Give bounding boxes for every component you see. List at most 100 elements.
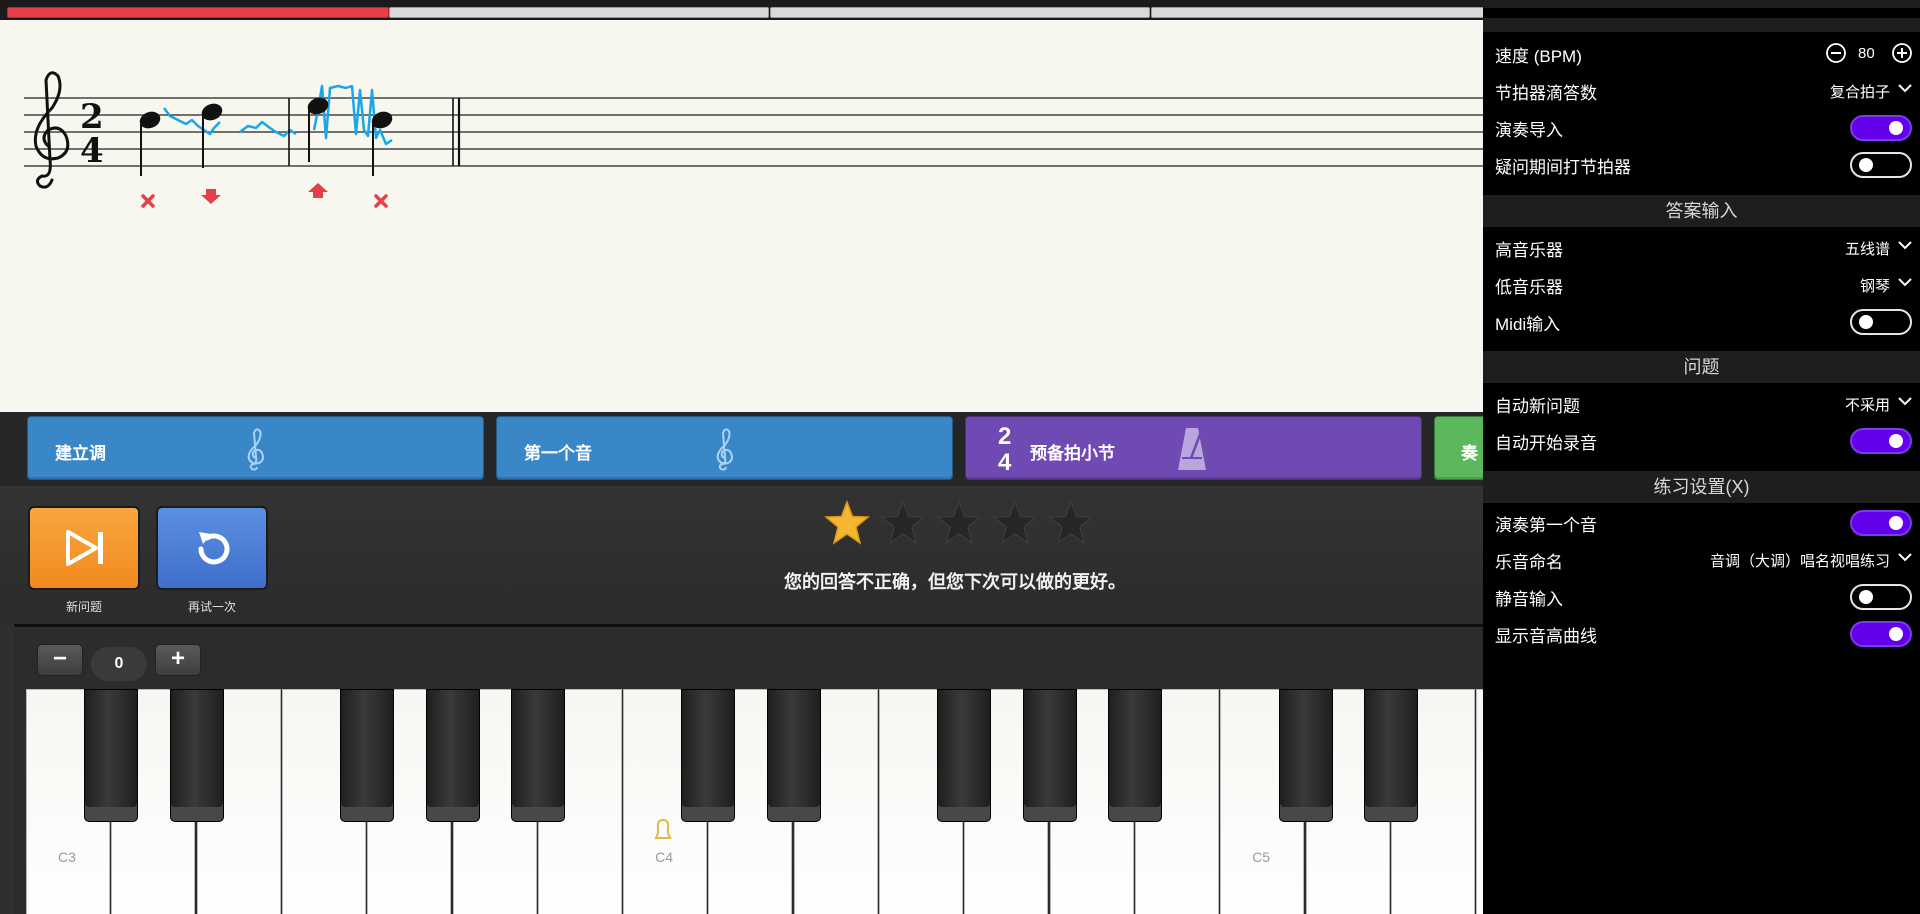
chevron-down-icon: [1898, 397, 1912, 406]
auto-new-question-value: 不采用: [1844, 397, 1890, 414]
octave-value: 0: [91, 647, 147, 681]
bass-instrument-row[interactable]: 低音乐器 钢琴: [1483, 265, 1920, 302]
piano-black-key[interactable]: [1107, 689, 1162, 822]
answer-controls: 新问题 再试一次 您的回答不正确，但您下次可以做的更好。: [0, 486, 1483, 624]
treble-clef-icon: [716, 428, 733, 471]
pitch-curve-toggle[interactable]: [1850, 621, 1912, 647]
star-empty-icon: [992, 500, 1038, 545]
midi-input-toggle[interactable]: [1850, 309, 1912, 335]
retry-button[interactable]: [156, 506, 268, 590]
feedback-message: 您的回答不正确，但您下次可以做的更好。: [784, 572, 1126, 592]
star-filled-icon: [824, 500, 870, 545]
piano-keys: C3 C4 C5: [26, 689, 1483, 914]
playback-steps-bar: 建立调 第一个音 2 4 预备拍小节 奏: [0, 412, 1483, 486]
piano-black-key[interactable]: [1363, 689, 1418, 822]
establish-key-button[interactable]: 建立调: [27, 416, 484, 480]
time-signature-bottom: 4: [80, 131, 104, 171]
treble-clef-icon: [33, 71, 70, 189]
tempo-increase-icon[interactable]: [1891, 42, 1913, 64]
auto-record-label: 自动开始录音: [1495, 434, 1597, 453]
settings-panel: 速度 (BPM) 80 节拍器滴答数 复合拍子 演奏导入 疑问期间打节拍器 答案…: [1483, 0, 1920, 914]
piano-keyboard-area: − 0 + C3 C4 C5: [14, 624, 1483, 914]
first-note-button[interactable]: 第一个音: [496, 416, 953, 480]
question-progress-bar: [0, 0, 1483, 20]
tempo-row: 速度 (BPM) 80: [1483, 34, 1920, 71]
mute-input-toggle[interactable]: [1850, 584, 1912, 610]
refresh-icon: [198, 532, 230, 565]
progress-segment: [1151, 7, 1483, 18]
panel-top-strip: [1483, 18, 1920, 32]
count-in-bar-label: 预备拍小节: [1030, 444, 1115, 463]
tempo-value: 80: [1858, 45, 1875, 62]
piano-black-key[interactable]: [937, 689, 992, 822]
play-intro-row: 演奏导入: [1483, 108, 1920, 145]
metronome-ticks-row[interactable]: 节拍器滴答数 复合拍子: [1483, 71, 1920, 108]
chevron-down-icon: [1898, 241, 1912, 250]
panel-top-strip: [1483, 0, 1920, 8]
treble-clef-icon: [247, 428, 264, 471]
piano-key-label: C5: [1252, 849, 1271, 865]
piano-black-key[interactable]: [510, 689, 565, 822]
progress-segment-active: [7, 7, 389, 18]
treble-instrument-row[interactable]: 高音乐器 五线谱: [1483, 228, 1920, 265]
wrong-mark-icon: [141, 194, 155, 208]
piano-black-key[interactable]: [169, 689, 224, 822]
bass-instrument-value: 钢琴: [1859, 278, 1890, 295]
note-naming-value: 音调（大调）唱名视唱练习: [1709, 553, 1890, 570]
first-note-label: 第一个音: [524, 444, 592, 463]
note-naming-row[interactable]: 乐音命名 音调（大调）唱名视唱练习: [1483, 540, 1920, 577]
metronome-during-question-row: 疑问期间打节拍器: [1483, 145, 1920, 182]
octave-up-button[interactable]: +: [155, 644, 201, 676]
piano-black-key[interactable]: [1022, 689, 1077, 822]
tempo-decrease-icon[interactable]: [1825, 42, 1847, 64]
metronome-icon: [1178, 428, 1206, 470]
new-question-caption: 新问题: [65, 600, 102, 614]
note: [201, 103, 223, 168]
staff-lines: [24, 97, 1483, 167]
establish-key-label: 建立调: [55, 444, 106, 463]
chevron-down-icon: [1898, 553, 1912, 562]
count-in-bar-button[interactable]: 2 4 预备拍小节: [965, 416, 1422, 480]
octave-down-button[interactable]: −: [37, 644, 83, 676]
piano-black-key[interactable]: [766, 689, 821, 822]
section-practice-settings: 练习设置(X): [1483, 471, 1920, 503]
section-question: 问题: [1483, 351, 1920, 383]
auto-new-question-row[interactable]: 自动新问题 不采用: [1483, 384, 1920, 421]
treble-instrument-value: 五线谱: [1844, 241, 1890, 258]
play-step-button[interactable]: 奏: [1434, 416, 1483, 480]
midi-input-label: Midi输入: [1495, 315, 1561, 334]
count-in-time-bottom: 4: [998, 449, 1012, 476]
auto-record-toggle[interactable]: [1850, 428, 1912, 454]
play-first-note-label: 演奏第一个音: [1495, 516, 1597, 535]
metronome-ticks-value: 复合拍子: [1829, 84, 1890, 101]
retry-caption: 再试一次: [187, 600, 236, 614]
wrong-mark-icon: [374, 194, 388, 208]
star-empty-icon: [1048, 500, 1094, 545]
play-intro-toggle[interactable]: [1850, 115, 1912, 141]
chevron-down-icon: [1898, 278, 1912, 287]
bass-instrument-label: 低音乐器: [1495, 278, 1563, 297]
mute-input-label: 静音输入: [1495, 590, 1563, 609]
chevron-down-icon: [1898, 84, 1912, 93]
play-first-note-toggle[interactable]: [1850, 510, 1912, 536]
count-in-time-top: 2: [998, 423, 1012, 450]
play-first-note-row: 演奏第一个音: [1483, 503, 1920, 540]
auto-new-question-label: 自动新问题: [1495, 397, 1580, 416]
piano-black-key[interactable]: [340, 689, 395, 822]
note-naming-label: 乐音命名: [1495, 553, 1563, 572]
pitch-curve: [239, 120, 297, 138]
play-step-label: 奏: [1461, 444, 1478, 463]
metronome-during-question-label: 疑问期间打节拍器: [1495, 158, 1631, 177]
mute-input-row: 静音输入: [1483, 577, 1920, 614]
piano-black-key[interactable]: [84, 689, 139, 822]
piano-white-key[interactable]: [1476, 689, 1483, 914]
play-intro-label: 演奏导入: [1495, 121, 1563, 140]
piano-black-key[interactable]: [681, 689, 736, 822]
auto-record-row: 自动开始录音: [1483, 421, 1920, 458]
piano-black-key[interactable]: [1278, 689, 1333, 822]
new-question-button[interactable]: [28, 506, 140, 590]
piano-key-label: C3: [58, 849, 76, 865]
metronome-during-question-toggle[interactable]: [1850, 152, 1912, 178]
middle-c-marker-icon: [654, 818, 672, 839]
piano-black-key[interactable]: [425, 689, 480, 822]
